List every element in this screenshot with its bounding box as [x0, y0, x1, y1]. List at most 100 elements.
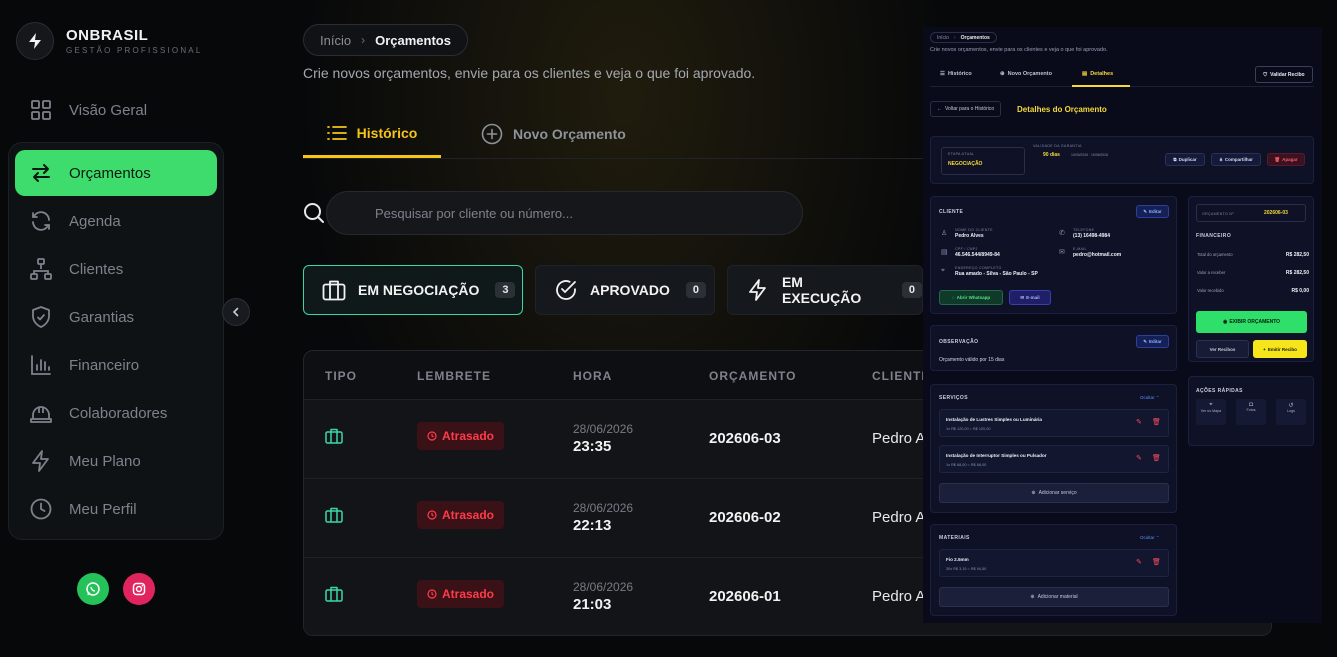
tab-historico[interactable]: Histórico [303, 110, 441, 158]
column-header-hora: HORA [573, 369, 613, 383]
document-icon: ▤ [941, 249, 948, 256]
sidebar-item-meu-perfil[interactable]: Meu Perfil [15, 486, 217, 532]
column-header-cliente: CLIENTE [872, 369, 931, 383]
row-time: 23:35 [573, 438, 612, 455]
button-label: Editar [1149, 339, 1162, 344]
overlay-breadcrumb: Início › Orçamentos [930, 32, 997, 43]
column-header-lembrete: LEMBRETE [417, 369, 491, 383]
service-item[interactable]: Instalação de Interruptor Simples ou Pul… [939, 445, 1169, 473]
sidebar-item-clientes[interactable]: Clientes [15, 246, 217, 292]
instagram-button[interactable] [123, 573, 155, 605]
status-badge: Atrasado [417, 501, 505, 529]
plus-circle-icon: ⊕ [1000, 71, 1005, 77]
services-toggle-button[interactable]: Ocultar ⌃ [1140, 395, 1160, 401]
material-item[interactable]: Fio 2.5mm 30x R$ 3,15 = R$ 94,50 ✎ 🗑 [939, 549, 1169, 577]
overlay-tab-detalhes[interactable]: ▤ Detalhes [1082, 71, 1113, 77]
overlay-tab-historico[interactable]: ☰ Histórico [940, 71, 972, 77]
row-budget-number: 202606-02 [709, 509, 781, 526]
list-icon: ☰ [940, 71, 945, 77]
button-label: Duplicar [1178, 157, 1197, 162]
sidebar-item-orcamentos[interactable]: Orçamentos [15, 150, 217, 196]
issue-receipt-button[interactable]: + Emitir Recibo [1253, 340, 1307, 358]
summary-label: Valor recebido [1197, 288, 1224, 293]
materials-toggle-button[interactable]: Ocultar ⌃ [1140, 535, 1160, 541]
sidebar-item-agenda[interactable]: Agenda [15, 198, 217, 244]
add-material-button[interactable]: ⊕ Adicionar material [939, 587, 1169, 607]
pencil-icon[interactable]: ✎ [1136, 454, 1142, 462]
tab-label: Detalhes [1090, 71, 1114, 77]
shield-check-icon [32, 306, 50, 328]
sidebar-item-colaboradores[interactable]: Colaboradores [15, 390, 217, 436]
quick-action-map[interactable]: ⌖ Ver no Mapa [1196, 399, 1226, 425]
grid-icon [31, 100, 51, 120]
sidebar-item-visao-geral[interactable]: Visão Geral [15, 87, 217, 133]
breadcrumb-home-link[interactable]: Início [320, 33, 351, 48]
status-count: 0 [901, 282, 922, 298]
duplicate-button[interactable]: ⧉ Duplicar [1165, 153, 1205, 166]
button-label: Abrir Whatsapp [956, 295, 991, 300]
add-service-button[interactable]: ⊕ Adicionar serviço [939, 483, 1169, 503]
edit-client-button[interactable]: ✎ Editar [1136, 205, 1169, 218]
overlay-title: Detalhes do Orçamento [1017, 105, 1107, 114]
client-address-label: ENDEREÇO COMPLETO [955, 266, 1002, 270]
client-email-label: E-MAIL [1073, 247, 1087, 251]
whatsapp-button[interactable] [77, 573, 109, 605]
document-icon: ▤ [1082, 71, 1088, 77]
sidebar-item-financeiro[interactable]: Financeiro [15, 342, 217, 388]
view-receipts-button[interactable]: Ver Recibos [1196, 340, 1249, 358]
client-name-label: NOME DO CLIENTE [955, 228, 993, 232]
observation-heading: OBSERVAÇÃO [939, 339, 979, 345]
status-card-aprovado[interactable]: APROVADO 0 [535, 265, 715, 315]
sidebar-item-label: Orçamentos [69, 164, 151, 182]
delete-button[interactable]: 🗑 Apagar [1267, 153, 1305, 166]
pencil-icon[interactable]: ✎ [1136, 418, 1142, 426]
overlay-breadcrumb-home[interactable]: Início [937, 35, 949, 41]
edit-observation-button[interactable]: ✎ Editar [1136, 335, 1169, 348]
search-input[interactable] [326, 191, 803, 235]
trash-icon: 🗑 [1274, 156, 1281, 162]
view-budget-button[interactable]: ◉ EXIBIR ORÇAMENTO [1196, 311, 1307, 333]
sidebar-item-garantias[interactable]: Garantias [15, 294, 217, 340]
quick-action-label: Fotos [1246, 408, 1256, 412]
search-icon [304, 203, 324, 223]
stage-card: ETAPA ATUAL NEGOCIAÇÃO VALIDADE DA GARAN… [930, 136, 1314, 184]
trash-icon[interactable]: 🗑 [1152, 558, 1161, 566]
status-card-em-execucao[interactable]: EM EXECUÇÃO 0 [727, 265, 923, 315]
collapse-sidebar-button[interactable] [222, 298, 250, 326]
validate-receipt-button[interactable]: ⛉ Validar Recibo [1255, 66, 1313, 83]
tab-novo-orcamento[interactable]: Novo Orçamento [481, 110, 626, 158]
button-label: Ocultar [1140, 395, 1155, 400]
tab-bar: Histórico Novo Orçamento [303, 110, 923, 159]
trash-icon[interactable]: 🗑 [1152, 418, 1161, 426]
back-to-history-button[interactable]: ← Voltar para o Histórico [930, 101, 1002, 117]
button-label: Ver Recibos [1209, 346, 1236, 352]
status-badge: Atrasado [417, 422, 505, 450]
reminder-text: Atrasado [442, 587, 495, 601]
button-label: Compartilhar [1224, 157, 1253, 162]
materials-heading: MATERIAIS [939, 535, 970, 541]
button-label: Voltar para o Histórico [945, 106, 995, 112]
open-whatsapp-button[interactable]: ◌ Abrir Whatsapp [939, 290, 1003, 305]
row-client: Pedro A [872, 430, 926, 447]
share-button[interactable]: ⋔ Compartilhar [1211, 153, 1261, 166]
status-label: APROVADO [590, 282, 670, 298]
pencil-icon: ✎ [1143, 338, 1147, 344]
overlay-tab-novo-orcamento[interactable]: ⊕ Novo Orçamento [1000, 71, 1052, 77]
share-icon: ⋔ [1219, 156, 1223, 162]
trash-icon[interactable]: 🗑 [1152, 454, 1161, 462]
sidebar-item-label: Meu Plano [69, 452, 141, 470]
email-button[interactable]: ✉ E-mail [1009, 290, 1051, 305]
user-icon: ♙ [941, 230, 948, 237]
pencil-icon[interactable]: ✎ [1136, 558, 1142, 566]
client-heading: CLIENTE [939, 209, 964, 215]
client-doc: 46.546.544/8949-84 [955, 252, 1000, 258]
clock-icon [427, 431, 437, 441]
warranty-range: 10/03/2026 · 10/06/2026 [1071, 153, 1108, 157]
service-item[interactable]: Instalação de Lustres Simples ou Luminár… [939, 409, 1169, 437]
status-card-em-negociacao[interactable]: EM NEGOCIAÇÃO 3 [303, 265, 523, 315]
quick-action-photos[interactable]: ◘ Fotos [1236, 399, 1266, 425]
quick-action-logs[interactable]: ↺ Logs [1276, 399, 1306, 425]
sidebar-item-meu-plano[interactable]: Meu Plano [15, 438, 217, 484]
warranty-value: 90 dias [1043, 152, 1060, 158]
clock-icon [30, 498, 52, 520]
